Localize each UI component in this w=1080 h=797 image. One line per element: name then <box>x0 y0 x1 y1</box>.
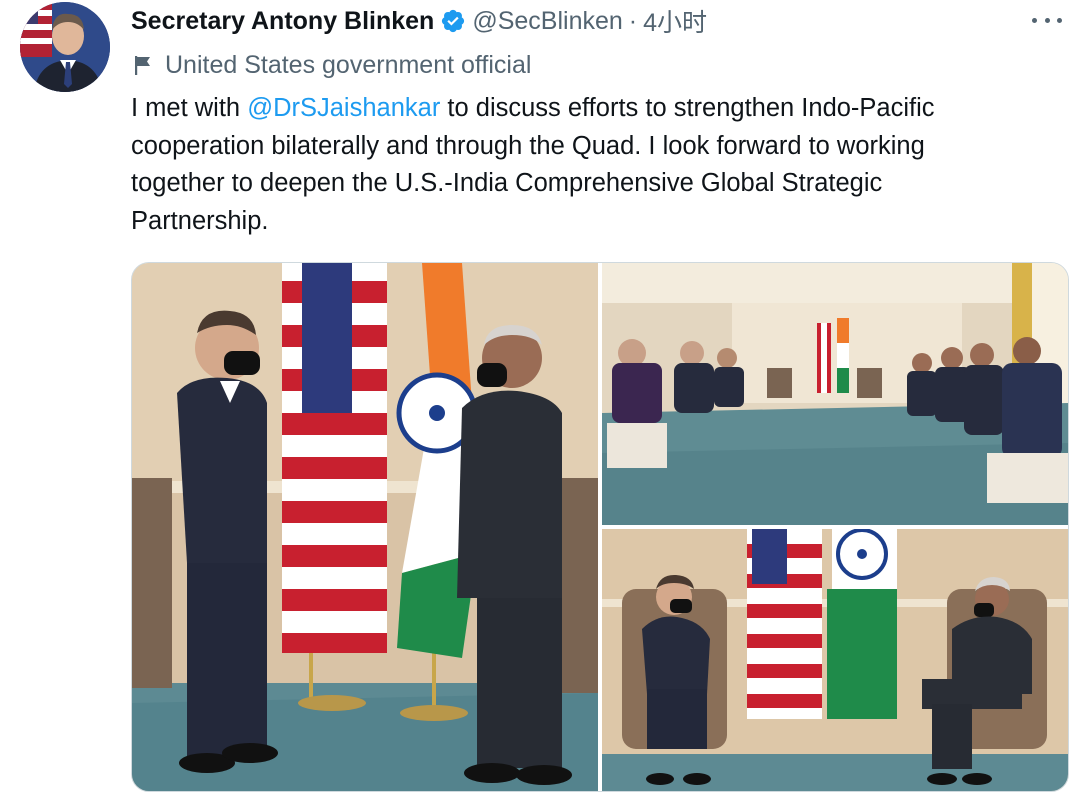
author-avatar[interactable] <box>20 2 110 92</box>
government-label-text: United States government official <box>165 50 532 79</box>
more-dot <box>1044 17 1050 23</box>
separator-dot: · <box>628 6 638 35</box>
verified-badge-icon <box>440 8 466 34</box>
media-photo[interactable] <box>602 529 1068 791</box>
more-options-icon[interactable] <box>1032 8 1062 32</box>
tweet-header: Secretary Antony Blinken @SecBlinken · 4… <box>131 3 707 39</box>
photo-image <box>132 263 598 791</box>
government-label[interactable]: United States government official <box>131 47 531 83</box>
author-display-name[interactable]: Secretary Antony Blinken <box>131 7 434 36</box>
tweet-timestamp[interactable]: 4小时 <box>643 3 707 39</box>
more-dot <box>1032 17 1037 23</box>
author-handle[interactable]: @SecBlinken <box>472 7 622 36</box>
flag-icon <box>131 53 155 77</box>
avatar-image <box>20 2 110 92</box>
media-photo[interactable] <box>602 263 1068 525</box>
mention-link[interactable]: @DrSJaishankar <box>247 94 440 122</box>
tweet-text-part: I met with <box>131 94 248 122</box>
more-dot <box>1057 17 1062 23</box>
photo-image <box>602 263 1068 525</box>
tweet-text: I met with @DrSJaishankar to discuss eff… <box>131 90 1031 240</box>
media-grid <box>131 262 1069 792</box>
media-photo[interactable] <box>132 263 598 791</box>
photo-image <box>602 529 1068 791</box>
